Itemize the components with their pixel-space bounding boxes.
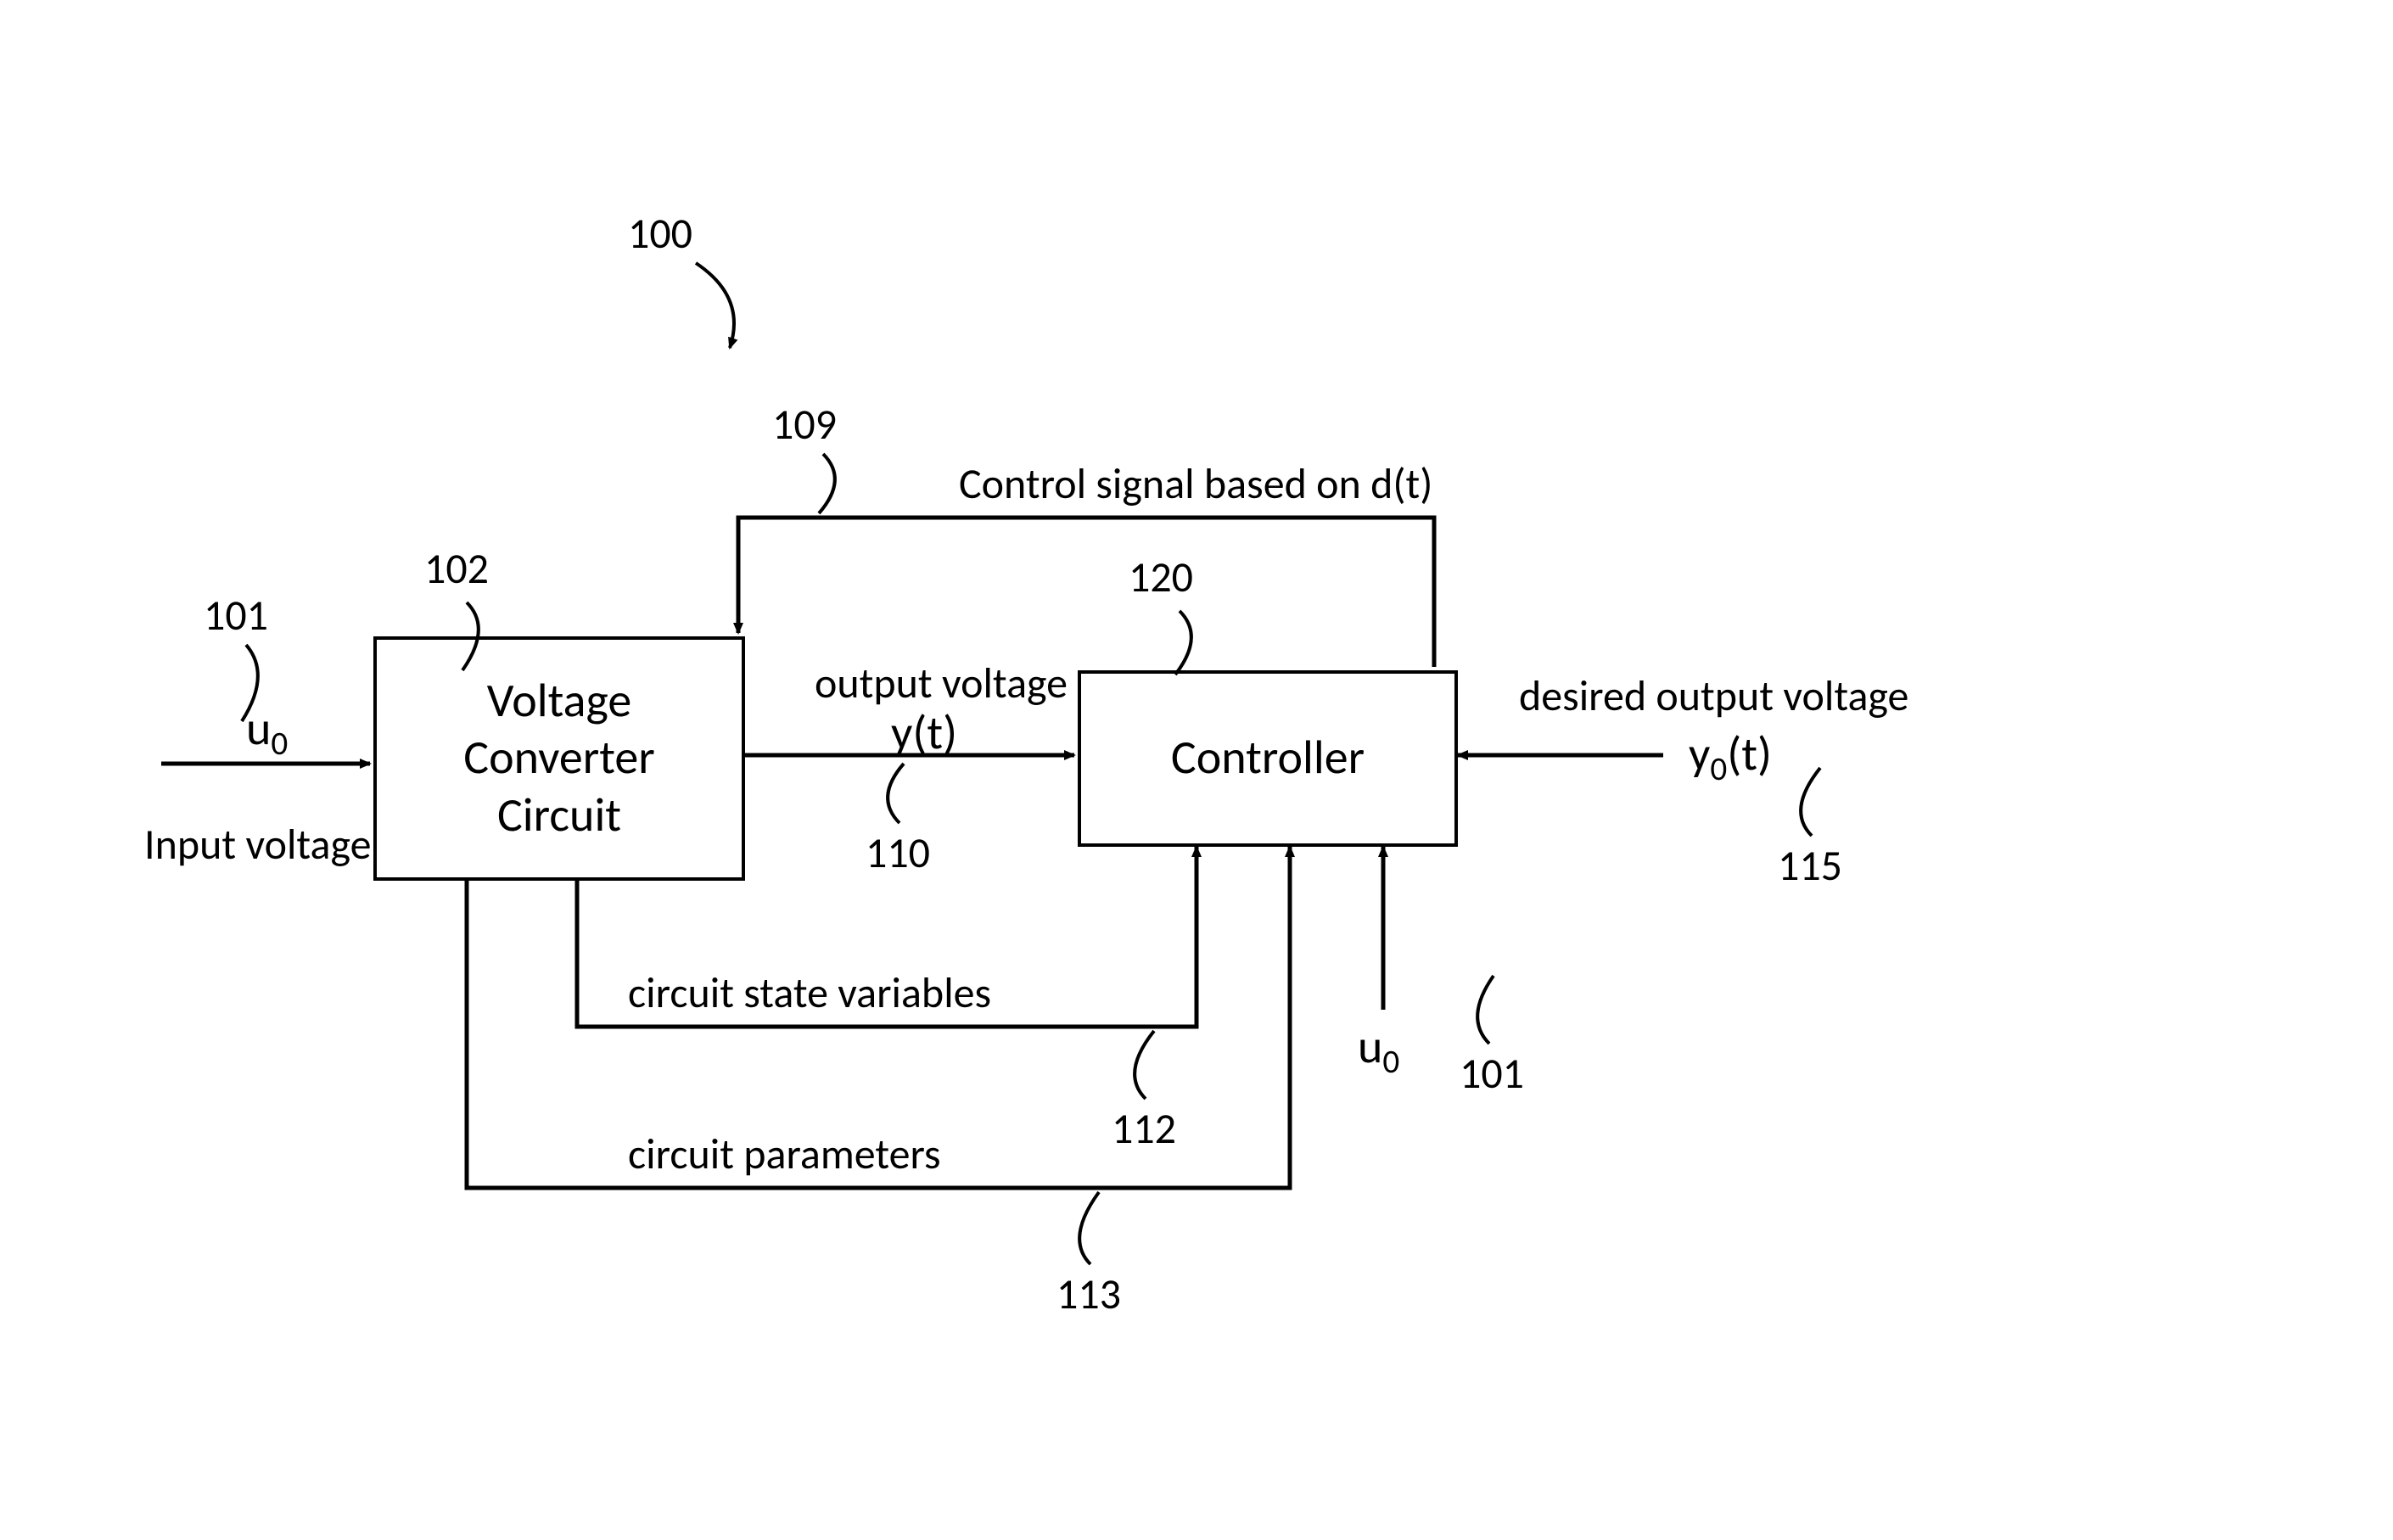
leader-113 [1079, 1192, 1099, 1264]
ref-113: 113 [1056, 1268, 1121, 1320]
ref-120: 120 [1129, 552, 1193, 603]
y0t-post: (t) [1727, 725, 1772, 783]
label-control-signal: Control signal based on d(t) [959, 458, 1432, 510]
u0-bottom-sub: 0 [1382, 1041, 1399, 1082]
y0t-y: y [1689, 725, 1710, 783]
leader-100 [696, 263, 734, 348]
u0-left-u: u [246, 700, 271, 758]
leader-101-bottom [1477, 976, 1494, 1044]
label-circuit-params: circuit parameters [628, 1128, 941, 1180]
u0-bottom-u: u [1358, 1018, 1382, 1076]
leader-120 [1175, 611, 1191, 675]
label-u0-bottom: u0 [1358, 1018, 1399, 1076]
diagram-canvas: Voltage Converter Circuit Controller [0, 0, 2393, 1540]
label-input-voltage: Input voltage [144, 819, 372, 871]
ref-100: 100 [628, 208, 692, 260]
label-u0-left: u0 [246, 700, 288, 758]
label-yt: y(t) [891, 704, 957, 762]
arrow-control-signal [738, 518, 1434, 667]
u0-left-sub: 0 [271, 723, 288, 764]
ref-102: 102 [424, 543, 489, 595]
label-desired-output: desired output voltage [1519, 670, 1908, 722]
ref-109: 109 [772, 399, 837, 451]
label-circuit-state: circuit state variables [628, 967, 991, 1019]
leader-115 [1801, 768, 1820, 836]
leader-109 [819, 454, 835, 513]
leader-102 [462, 602, 479, 670]
label-y0t: y0(t) [1689, 725, 1772, 783]
connectors [0, 0, 2393, 1540]
ref-101-bottom: 101 [1460, 1048, 1524, 1100]
label-output-voltage: output voltage [815, 658, 1068, 709]
leader-110 [888, 764, 904, 823]
ref-110: 110 [866, 827, 930, 879]
ref-115: 115 [1778, 840, 1842, 892]
leader-112 [1135, 1031, 1154, 1099]
ref-112: 112 [1112, 1103, 1176, 1155]
ref-101-left: 101 [204, 590, 268, 641]
y0t-sub: 0 [1710, 748, 1727, 789]
